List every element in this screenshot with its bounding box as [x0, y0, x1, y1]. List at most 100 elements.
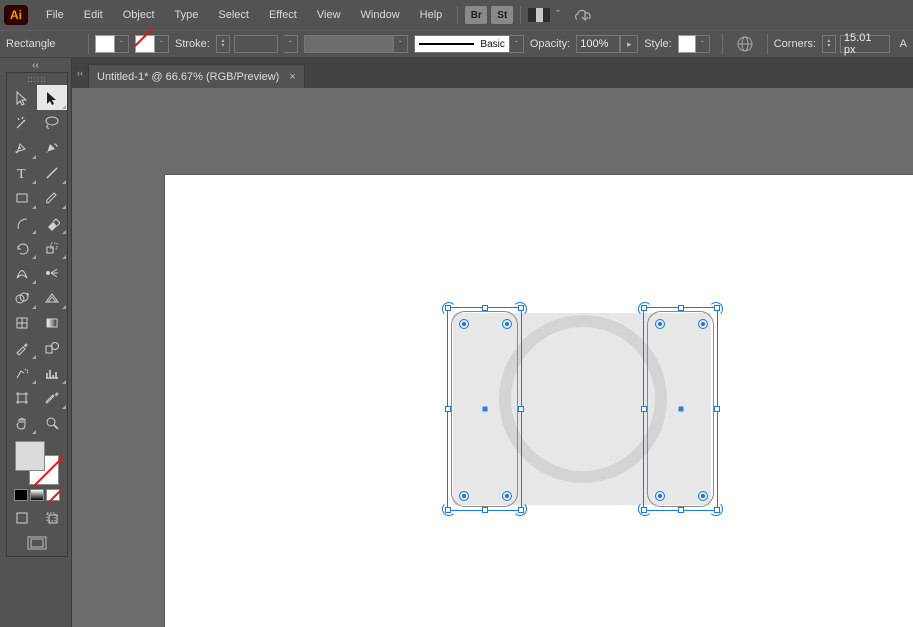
stroke-weight-input[interactable] — [234, 35, 278, 53]
brush-line-icon — [419, 43, 475, 45]
style-dropdown[interactable]: ˇ — [696, 35, 710, 53]
center-point[interactable] — [482, 407, 487, 412]
direct-selection-tool[interactable] — [37, 85, 67, 110]
selected-rect-right[interactable] — [643, 307, 718, 511]
shape-builder-tool[interactable] — [7, 285, 37, 310]
stroke-swatch[interactable] — [135, 35, 155, 53]
arrange-documents-icon[interactable] — [528, 8, 550, 22]
shaper-tool[interactable] — [7, 210, 37, 235]
eyedropper-tool[interactable] — [7, 335, 37, 360]
corner-widget[interactable] — [698, 319, 708, 329]
style-swatch[interactable] — [678, 35, 696, 53]
zoom-tool[interactable] — [37, 410, 67, 435]
stroke-weight-stepper[interactable]: ▴▾ — [216, 35, 230, 53]
menu-file[interactable]: File — [36, 5, 74, 25]
corner-widget[interactable] — [655, 491, 665, 501]
curvature-tool[interactable] — [37, 135, 67, 160]
selected-rect-left[interactable] — [447, 307, 522, 511]
stock-button[interactable]: St — [491, 6, 513, 24]
artboard[interactable] — [164, 174, 913, 627]
magic-wand-tool[interactable] — [7, 110, 37, 135]
menu-help[interactable]: Help — [410, 5, 453, 25]
vwp-dropdown[interactable]: ˇ — [394, 35, 408, 53]
selection-tool[interactable] — [7, 85, 37, 110]
screen-mode[interactable] — [7, 530, 67, 556]
handle[interactable] — [641, 406, 647, 412]
color-mode-none[interactable] — [46, 489, 60, 501]
corner-widget[interactable] — [459, 319, 469, 329]
fill-swatch[interactable] — [95, 35, 115, 53]
paintbrush-tool[interactable] — [37, 185, 67, 210]
corner-widget[interactable] — [698, 491, 708, 501]
slice-tool[interactable] — [37, 385, 67, 410]
menu-window[interactable]: Window — [351, 5, 410, 25]
fill-indicator[interactable] — [15, 441, 45, 471]
width-tool[interactable] — [7, 260, 37, 285]
arrange-caret[interactable]: ˇ — [556, 9, 560, 21]
scale-tool[interactable] — [37, 235, 67, 260]
free-transform-tool[interactable] — [37, 260, 67, 285]
perspective-grid-tool[interactable] — [37, 285, 67, 310]
menu-select[interactable]: Select — [208, 5, 259, 25]
corner-arc — [442, 302, 456, 316]
brush-dropdown[interactable]: ˇ — [510, 35, 524, 53]
gpu-preview-icon[interactable] — [574, 7, 596, 23]
handle[interactable] — [678, 507, 684, 513]
mesh-tool[interactable] — [7, 310, 37, 335]
line-segment-tool[interactable] — [37, 160, 67, 185]
close-tab-icon[interactable]: × — [289, 71, 295, 83]
handle[interactable] — [482, 507, 488, 513]
draw-behind[interactable] — [37, 505, 67, 530]
artboard-tool[interactable] — [7, 385, 37, 410]
color-mode-color[interactable] — [14, 489, 28, 501]
artwork-circle[interactable] — [499, 315, 667, 483]
menu-effect[interactable]: Effect — [259, 5, 307, 25]
corner-widget[interactable] — [502, 319, 512, 329]
opacity-dropdown[interactable]: ▸ — [620, 35, 638, 53]
bridge-button[interactable]: Br — [465, 6, 487, 24]
panel-grip[interactable]: :::::: — [7, 73, 67, 85]
recolor-artwork-icon[interactable] — [735, 35, 755, 53]
stroke-weight-dropdown[interactable]: ˇ — [284, 35, 298, 53]
eraser-tool[interactable] — [37, 210, 67, 235]
corners-stepper[interactable]: ▴▾ — [822, 35, 836, 53]
handle[interactable] — [518, 406, 524, 412]
menu-object[interactable]: Object — [113, 5, 165, 25]
stroke-dropdown[interactable]: ˇ — [155, 35, 169, 53]
opacity-input[interactable]: 100% — [576, 35, 620, 53]
separator — [520, 6, 521, 24]
tab-collapse[interactable]: ‹‹ — [72, 58, 88, 88]
gradient-tool[interactable] — [37, 310, 67, 335]
fill-stroke-indicator[interactable] — [13, 439, 61, 487]
handle[interactable] — [678, 305, 684, 311]
center-point[interactable] — [678, 407, 683, 412]
panel-collapse-toggle[interactable]: ‹‹ — [0, 58, 71, 72]
corners-input[interactable]: 15.01 px — [840, 35, 890, 53]
corner-widget[interactable] — [502, 491, 512, 501]
color-mode-gradient[interactable] — [30, 489, 44, 501]
menu-edit[interactable]: Edit — [74, 5, 113, 25]
menu-view[interactable]: View — [307, 5, 351, 25]
brush-definition[interactable]: Basic — [414, 35, 510, 53]
column-graph-tool[interactable] — [37, 360, 67, 385]
corner-widget[interactable] — [655, 319, 665, 329]
handle[interactable] — [714, 406, 720, 412]
canvas-area[interactable] — [72, 88, 913, 627]
menu-type[interactable]: Type — [165, 5, 209, 25]
handle[interactable] — [445, 406, 451, 412]
blend-tool[interactable] — [37, 335, 67, 360]
handle[interactable] — [482, 305, 488, 311]
vwp-box[interactable] — [304, 35, 394, 53]
lasso-tool[interactable] — [37, 110, 67, 135]
draw-normal[interactable] — [7, 505, 37, 530]
hand-tool[interactable] — [7, 410, 37, 435]
document-tab[interactable]: Untitled-1* @ 66.67% (RGB/Preview) × — [88, 64, 305, 88]
separator — [88, 34, 89, 54]
fill-dropdown[interactable]: ˇ — [115, 35, 129, 53]
rectangle-tool[interactable] — [7, 185, 37, 210]
rotate-tool[interactable] — [7, 235, 37, 260]
corner-widget[interactable] — [459, 491, 469, 501]
type-tool[interactable]: T — [7, 160, 37, 185]
symbol-sprayer-tool[interactable] — [7, 360, 37, 385]
pen-tool[interactable] — [7, 135, 37, 160]
